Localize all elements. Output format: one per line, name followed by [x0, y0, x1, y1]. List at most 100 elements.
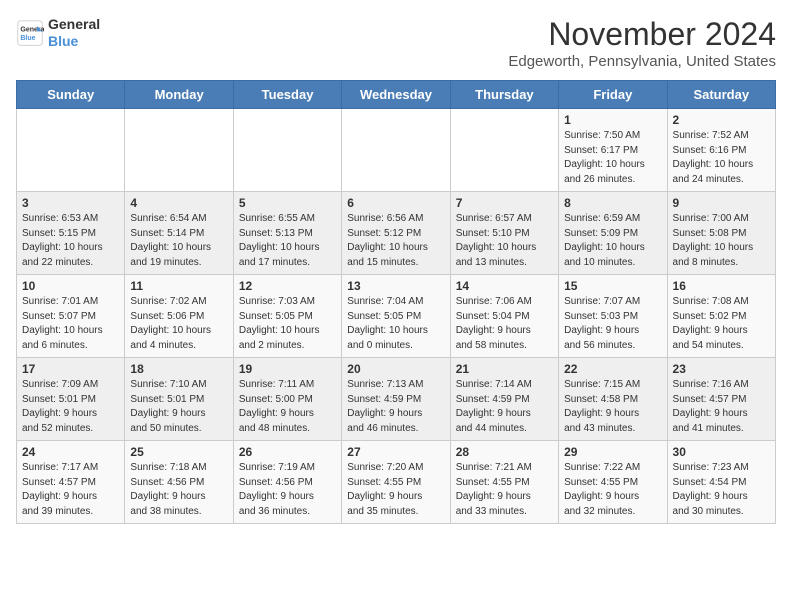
calendar-cell: 27 Sunrise: 7:20 AM Sunset: 4:55 PM Dayli…	[342, 441, 450, 524]
calendar-cell: 5 Sunrise: 6:55 AM Sunset: 5:13 PM Daylig…	[233, 192, 341, 275]
weekday-header-friday: Friday	[559, 81, 667, 109]
day-info: Sunrise: 7:20 AM Sunset: 4:55 PM Dayligh…	[347, 461, 444, 519]
calendar-cell: 23 Sunrise: 7:16 AM Sunset: 4:57 PM Dayli…	[667, 358, 775, 441]
day-number: 11	[130, 279, 227, 293]
svg-text:Blue: Blue	[20, 35, 35, 42]
day-info: Sunrise: 7:15 AM Sunset: 4:58 PM Dayligh…	[564, 378, 661, 436]
calendar-cell: 12 Sunrise: 7:03 AM Sunset: 5:05 PM Dayli…	[233, 275, 341, 358]
calendar-cell: 7 Sunrise: 6:57 AM Sunset: 5:10 PM Daylig…	[450, 192, 558, 275]
day-number: 13	[347, 279, 444, 293]
day-info: Sunrise: 7:52 AM Sunset: 6:16 PM Dayligh…	[673, 129, 770, 187]
calendar-week-4: 24 Sunrise: 7:17 AM Sunset: 4:57 PM Dayli…	[17, 441, 776, 524]
day-info: Sunrise: 7:10 AM Sunset: 5:01 PM Dayligh…	[130, 378, 227, 436]
day-number: 19	[239, 362, 336, 376]
day-info: Sunrise: 7:19 AM Sunset: 4:56 PM Dayligh…	[239, 461, 336, 519]
calendar-header: SundayMondayTuesdayWednesdayThursdayFrid…	[17, 81, 776, 109]
calendar-week-3: 17Sunrise: 7:09 AM Sunset: 5:01 PM Dayli…	[17, 358, 776, 441]
calendar-cell: 19 Sunrise: 7:11 AM Sunset: 5:00 PM Dayli…	[233, 358, 341, 441]
day-number: 28	[456, 445, 553, 459]
calendar-cell: 25Sunrise: 7:18 AM Sunset: 4:56 PM Dayli…	[125, 441, 233, 524]
calendar-cell: 9Sunrise: 7:00 AM Sunset: 5:08 PM Daylig…	[667, 192, 775, 275]
day-number: 22	[564, 362, 661, 376]
day-info: Sunrise: 7:23 AM Sunset: 4:54 PM Dayligh…	[673, 461, 770, 519]
day-info: Sunrise: 7:11 AM Sunset: 5:00 PM Dayligh…	[239, 378, 336, 436]
calendar-cell: 6Sunrise: 6:56 AM Sunset: 5:12 PM Daylig…	[342, 192, 450, 275]
logo-icon: General Blue	[16, 19, 44, 47]
day-number: 5	[239, 196, 336, 210]
weekday-header-thursday: Thursday	[450, 81, 558, 109]
day-info: Sunrise: 7:03 AM Sunset: 5:05 PM Dayligh…	[239, 295, 336, 353]
day-info: Sunrise: 7:13 AM Sunset: 4:59 PM Dayligh…	[347, 378, 444, 436]
day-number: 4	[130, 196, 227, 210]
day-info: Sunrise: 7:14 AM Sunset: 4:59 PM Dayligh…	[456, 378, 553, 436]
calendar-cell: 16 Sunrise: 7:08 AM Sunset: 5:02 PM Dayli…	[667, 275, 775, 358]
day-info: Sunrise: 7:00 AM Sunset: 5:08 PM Dayligh…	[673, 212, 770, 270]
day-number: 12	[239, 279, 336, 293]
day-number: 6	[347, 196, 444, 210]
calendar-cell	[450, 109, 558, 192]
day-info: Sunrise: 7:21 AM Sunset: 4:55 PM Dayligh…	[456, 461, 553, 519]
calendar-cell: 22 Sunrise: 7:15 AM Sunset: 4:58 PM Dayli…	[559, 358, 667, 441]
day-info: Sunrise: 6:55 AM Sunset: 5:13 PM Dayligh…	[239, 212, 336, 270]
calendar-cell: 30 Sunrise: 7:23 AM Sunset: 4:54 PM Dayli…	[667, 441, 775, 524]
calendar-cell: 14 Sunrise: 7:06 AM Sunset: 5:04 PM Dayli…	[450, 275, 558, 358]
calendar-week-2: 10Sunrise: 7:01 AM Sunset: 5:07 PM Dayli…	[17, 275, 776, 358]
calendar-cell: 8 Sunrise: 6:59 AM Sunset: 5:09 PM Daylig…	[559, 192, 667, 275]
calendar-cell: 15 Sunrise: 7:07 AM Sunset: 5:03 PM Dayli…	[559, 275, 667, 358]
day-info: Sunrise: 7:06 AM Sunset: 5:04 PM Dayligh…	[456, 295, 553, 353]
month-title: November 2024	[508, 16, 776, 53]
calendar-cell: 18 Sunrise: 7:10 AM Sunset: 5:01 PM Dayli…	[125, 358, 233, 441]
day-number: 8	[564, 196, 661, 210]
day-info: Sunrise: 7:16 AM Sunset: 4:57 PM Dayligh…	[673, 378, 770, 436]
calendar-cell	[233, 109, 341, 192]
day-info: Sunrise: 7:17 AM Sunset: 4:57 PM Dayligh…	[22, 461, 119, 519]
calendar-cell: 17Sunrise: 7:09 AM Sunset: 5:01 PM Dayli…	[17, 358, 125, 441]
day-info: Sunrise: 6:53 AM Sunset: 5:15 PM Dayligh…	[22, 212, 119, 270]
day-number: 21	[456, 362, 553, 376]
title-block: November 2024 Edgeworth, Pennsylvania, U…	[508, 16, 776, 70]
day-number: 24	[22, 445, 119, 459]
calendar-cell: 20 Sunrise: 7:13 AM Sunset: 4:59 PM Dayli…	[342, 358, 450, 441]
calendar-cell	[125, 109, 233, 192]
day-info: Sunrise: 6:59 AM Sunset: 5:09 PM Dayligh…	[564, 212, 661, 270]
day-number: 2	[673, 113, 770, 127]
day-number: 15	[564, 279, 661, 293]
day-info: Sunrise: 7:07 AM Sunset: 5:03 PM Dayligh…	[564, 295, 661, 353]
calendar-body: 1Sunrise: 7:50 AM Sunset: 6:17 PM Daylig…	[17, 109, 776, 524]
day-number: 20	[347, 362, 444, 376]
weekday-header-saturday: Saturday	[667, 81, 775, 109]
day-number: 10	[22, 279, 119, 293]
day-info: Sunrise: 7:08 AM Sunset: 5:02 PM Dayligh…	[673, 295, 770, 353]
day-number: 18	[130, 362, 227, 376]
day-info: Sunrise: 7:02 AM Sunset: 5:06 PM Dayligh…	[130, 295, 227, 353]
calendar-cell: 28 Sunrise: 7:21 AM Sunset: 4:55 PM Dayli…	[450, 441, 558, 524]
weekday-header-wednesday: Wednesday	[342, 81, 450, 109]
day-number: 23	[673, 362, 770, 376]
calendar-cell: 11 Sunrise: 7:02 AM Sunset: 5:06 PM Dayli…	[125, 275, 233, 358]
calendar-cell: 3Sunrise: 6:53 AM Sunset: 5:15 PM Daylig…	[17, 192, 125, 275]
calendar-week-1: 3Sunrise: 6:53 AM Sunset: 5:15 PM Daylig…	[17, 192, 776, 275]
day-number: 29	[564, 445, 661, 459]
calendar-cell	[17, 109, 125, 192]
day-number: 14	[456, 279, 553, 293]
calendar-table: SundayMondayTuesdayWednesdayThursdayFrid…	[16, 80, 776, 524]
calendar-cell: 29Sunrise: 7:22 AM Sunset: 4:55 PM Dayli…	[559, 441, 667, 524]
day-info: Sunrise: 6:57 AM Sunset: 5:10 PM Dayligh…	[456, 212, 553, 270]
day-number: 27	[347, 445, 444, 459]
day-info: Sunrise: 6:54 AM Sunset: 5:14 PM Dayligh…	[130, 212, 227, 270]
calendar-cell: 2 Sunrise: 7:52 AM Sunset: 6:16 PM Daylig…	[667, 109, 775, 192]
calendar-cell: 21 Sunrise: 7:14 AM Sunset: 4:59 PM Dayli…	[450, 358, 558, 441]
calendar-cell	[342, 109, 450, 192]
calendar-cell: 1Sunrise: 7:50 AM Sunset: 6:17 PM Daylig…	[559, 109, 667, 192]
day-number: 17	[22, 362, 119, 376]
day-number: 30	[673, 445, 770, 459]
day-info: Sunrise: 7:04 AM Sunset: 5:05 PM Dayligh…	[347, 295, 444, 353]
day-number: 1	[564, 113, 661, 127]
day-number: 26	[239, 445, 336, 459]
calendar-week-0: 1Sunrise: 7:50 AM Sunset: 6:17 PM Daylig…	[17, 109, 776, 192]
weekday-header-sunday: Sunday	[17, 81, 125, 109]
calendar-cell: 24 Sunrise: 7:17 AM Sunset: 4:57 PM Dayli…	[17, 441, 125, 524]
page-header: General Blue General Blue November 2024 …	[16, 16, 776, 70]
day-number: 16	[673, 279, 770, 293]
day-number: 7	[456, 196, 553, 210]
